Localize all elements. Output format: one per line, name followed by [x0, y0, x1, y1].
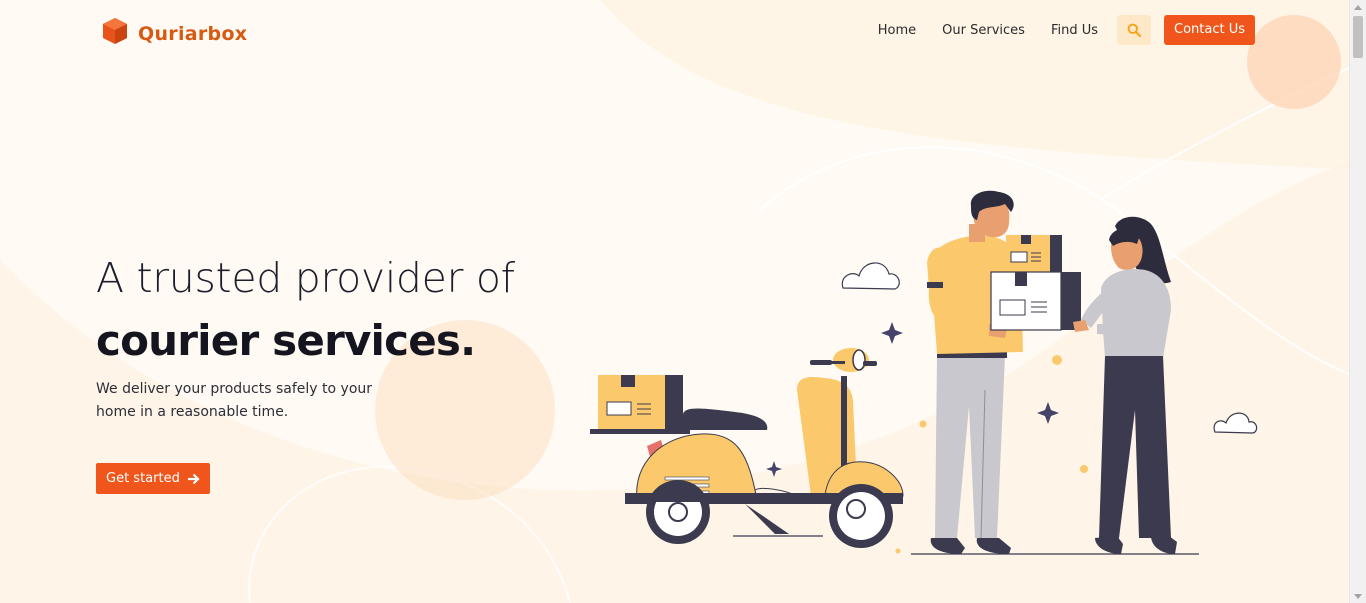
nav-link-our-services[interactable]: Our Services — [942, 23, 1025, 38]
scroll-up-arrow-icon[interactable] — [1350, 0, 1366, 14]
scroll-down-arrow-icon[interactable] — [1350, 589, 1366, 603]
arrow-right-icon — [187, 473, 200, 484]
nav-link-find-us[interactable]: Find Us — [1051, 23, 1098, 38]
scrollbar-thumb[interactable] — [1353, 16, 1363, 58]
search-button[interactable] — [1117, 15, 1151, 45]
contact-us-button[interactable]: Contact Us — [1164, 15, 1255, 45]
sparkle-icon — [766, 461, 782, 477]
cloud-icon — [1213, 412, 1258, 434]
get-started-button[interactable]: Get started — [96, 463, 210, 494]
get-started-label: Get started — [106, 471, 180, 486]
sparkle-icon — [1037, 402, 1059, 424]
hero-title-line1: A trusted provider of — [96, 254, 515, 302]
cloud-icon — [841, 262, 900, 290]
brand-logo[interactable]: Quriarbox — [100, 16, 247, 46]
sparkle-icon — [881, 322, 903, 344]
hero-subtitle: We deliver your products safely to your … — [96, 381, 373, 420]
search-icon — [1127, 23, 1141, 37]
main-nav: Home Our Services Find Us Contact Us — [878, 15, 1255, 45]
page-scrollbar[interactable] — [1349, 0, 1366, 603]
hero-title-line2: courier services. — [96, 316, 476, 365]
brand-name: Quriarbox — [138, 23, 248, 45]
nav-link-home[interactable]: Home — [878, 23, 916, 38]
cube-logo-icon — [103, 18, 127, 44]
page: Quriarbox Home Our Services Find Us Cont… — [0, 0, 1366, 603]
scooter — [590, 348, 904, 548]
woman-receiver — [1073, 216, 1177, 554]
delivery-illustration — [590, 190, 1258, 555]
